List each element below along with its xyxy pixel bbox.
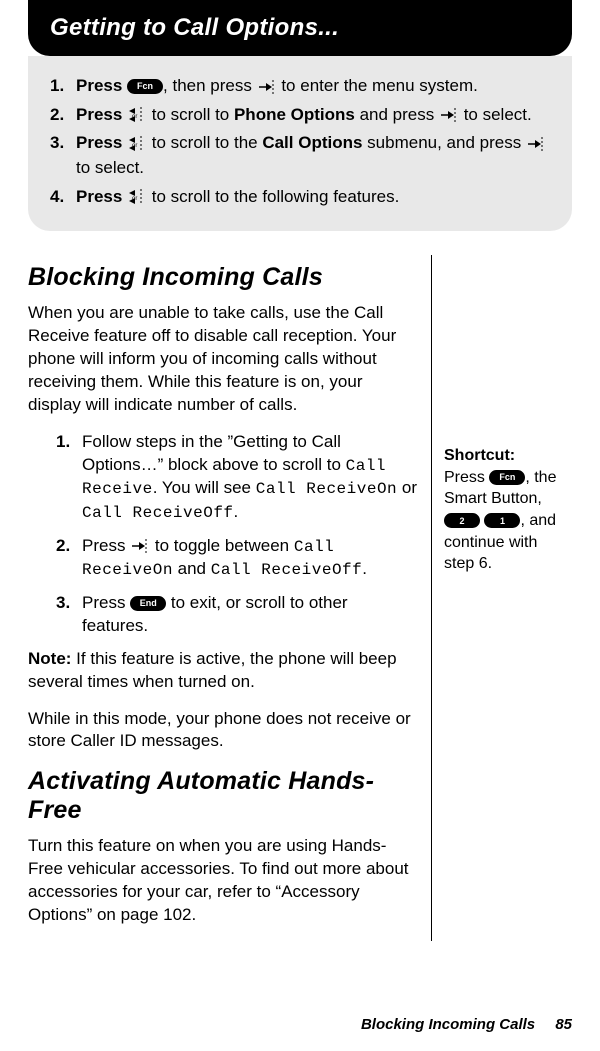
note-label: Note: — [28, 649, 71, 668]
t1: Press — [82, 536, 130, 555]
right-arrow-icon — [526, 135, 546, 153]
sub-step-3: 3. Press End to exit, or scroll to other… — [56, 592, 417, 638]
key-1-icon: 1 — [484, 513, 520, 528]
sub-step-num: 2. — [56, 535, 82, 558]
scroll-or-icon: or — [127, 188, 147, 206]
step-text-mid2: submenu, and press — [362, 133, 525, 152]
step-num: 2. — [50, 103, 76, 128]
sub-step-2: 2. Press to toggle between Call ReceiveO… — [56, 535, 417, 582]
step-text-mid: to scroll to the — [147, 133, 262, 152]
step-text: Press or to scroll to the following feat… — [76, 185, 550, 210]
footer-title: Blocking Incoming Calls — [361, 1016, 535, 1033]
page-header: Getting to Call Options... — [28, 0, 572, 56]
fcn-key-icon: Fcn — [489, 470, 525, 485]
lcd-call-receive-on: Call ReceiveOn — [256, 480, 397, 498]
step-text-tail: to select. — [459, 105, 532, 124]
bold-phone-options: Phone Options — [234, 105, 355, 124]
scroll-or-icon: or — [127, 135, 147, 153]
t2: . You will see — [153, 478, 256, 497]
right-arrow-icon — [130, 537, 150, 555]
step-2: 2. Press or to scroll to Phone Options a… — [50, 103, 550, 128]
step-text-tail: to select. — [76, 158, 144, 177]
footer-page: 85 — [555, 1016, 572, 1033]
note2-para: While in this mode, your phone does not … — [28, 708, 417, 754]
section-handsfree-intro: Turn this feature on when you are using … — [28, 835, 417, 927]
end-key-icon: End — [130, 596, 166, 611]
press-label: Press — [76, 133, 127, 152]
press-label: Press — [76, 105, 127, 124]
step-4: 4. Press or to scroll to the following f… — [50, 185, 550, 210]
step-3: 3. Press or to scroll to the Call Option… — [50, 131, 550, 180]
fcn-key-icon: Fcn — [127, 79, 163, 94]
sub-step-text: Follow steps in the ”Getting to Call Opt… — [82, 431, 417, 525]
t3: or — [397, 478, 417, 497]
section-handsfree-title: Activating Automatic Hands-Free — [28, 767, 417, 825]
main-column: Blocking Incoming Calls When you are una… — [28, 255, 431, 941]
step-num: 4. — [50, 185, 76, 210]
right-arrow-icon — [439, 106, 459, 124]
step-num: 3. — [50, 131, 76, 156]
t4: . — [362, 559, 367, 578]
shortcut-label: Shortcut: — [444, 447, 515, 464]
step-text-mid2: and press — [355, 105, 439, 124]
step-1: 1. Press Fcn, then press to enter the me… — [50, 74, 550, 99]
lcd-call-receive-off: Call ReceiveOff — [82, 504, 234, 522]
steps-block: 1. Press Fcn, then press to enter the me… — [28, 56, 572, 231]
press-label: Press — [76, 187, 127, 206]
step-text: Press or to scroll to the Call Options s… — [76, 131, 550, 180]
page-footer: Blocking Incoming Calls 85 — [361, 1016, 572, 1033]
t1: Follow steps in the ”Getting to Call Opt… — [82, 432, 346, 474]
step-text-mid: to scroll to — [147, 105, 234, 124]
step-num: 1. — [50, 74, 76, 99]
bold-call-options: Call Options — [262, 133, 362, 152]
note-text: If this feature is active, the phone wil… — [28, 649, 397, 691]
step-text: Press Fcn, then press to enter the menu … — [76, 74, 550, 99]
lcd-call-receive-off: Call ReceiveOff — [211, 561, 363, 579]
press-label: Press — [76, 76, 127, 95]
sub-step-text: Press End to exit, or scroll to other fe… — [82, 592, 417, 638]
sub-step-num: 3. — [56, 592, 82, 615]
sub-step-1: 1. Follow steps in the ”Getting to Call … — [56, 431, 417, 525]
shortcut-t1: Press — [444, 469, 489, 486]
page-header-title: Getting to Call Options... — [50, 14, 339, 41]
step-text-tail: to enter the menu system. — [277, 76, 478, 95]
page: Getting to Call Options... 1. Press Fcn,… — [0, 0, 600, 1051]
sub-step-text: Press to toggle between Call ReceiveOn a… — [82, 535, 417, 582]
t1: Press — [82, 593, 130, 612]
step-text-mid: , then press — [163, 76, 257, 95]
section-blocking-intro: When you are unable to take calls, use t… — [28, 302, 417, 417]
step-text: Press or to scroll to Phone Options and … — [76, 103, 550, 128]
t3: and — [173, 559, 211, 578]
t2: to toggle between — [150, 536, 294, 555]
t4: . — [234, 502, 239, 521]
side-spacer — [444, 255, 572, 445]
columns: Blocking Incoming Calls When you are una… — [28, 255, 572, 941]
side-column: Shortcut: Press Fcn, the Smart Button, 2… — [431, 255, 572, 941]
note-para: Note: If this feature is active, the pho… — [28, 648, 417, 694]
right-arrow-icon — [257, 78, 277, 96]
key-2-icon: 2 — [444, 513, 480, 528]
sub-steps: 1. Follow steps in the ”Getting to Call … — [28, 431, 417, 638]
shortcut-block: Shortcut: Press Fcn, the Smart Button, 2… — [444, 445, 572, 575]
step-text-tail: to scroll to the following features. — [147, 187, 399, 206]
sub-step-num: 1. — [56, 431, 82, 454]
scroll-or-icon: or — [127, 106, 147, 124]
section-blocking-title: Blocking Incoming Calls — [28, 263, 417, 292]
